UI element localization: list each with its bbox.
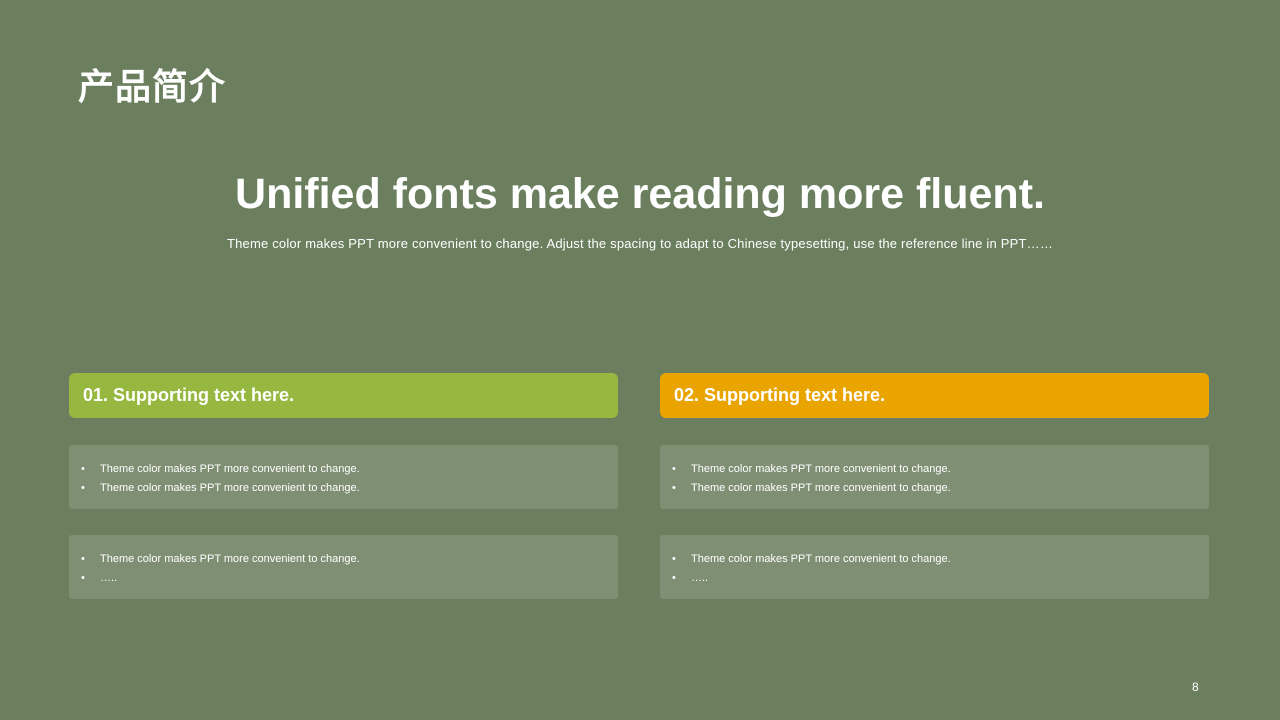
- list-item: • …..: [672, 569, 1209, 588]
- list-item-text: Theme color makes PPT more convenient to…: [691, 463, 951, 475]
- subline: Theme color makes PPT more convenient to…: [226, 236, 1054, 251]
- list-item: • Theme color makes PPT more convenient t…: [81, 460, 618, 479]
- column-1-box-1: • Theme color makes PPT more convenient t…: [69, 445, 618, 509]
- page-number: 8: [1192, 680, 1199, 694]
- list-item-text: …..: [691, 572, 709, 584]
- column-2: 02. Supporting text here. • Theme color m…: [660, 373, 1209, 599]
- bullet-icon: •: [672, 482, 676, 494]
- bullet-icon: •: [81, 553, 85, 565]
- bullet-icon: •: [672, 572, 676, 584]
- list-item-text: Theme color makes PPT more convenient to…: [100, 482, 360, 494]
- column-1-header: 01. Supporting text here.: [69, 373, 618, 418]
- bullet-icon: •: [81, 482, 85, 494]
- list-item: • Theme color makes PPT more convenient t…: [672, 550, 1209, 569]
- list-item-text: …..: [100, 572, 118, 584]
- list-item-text: Theme color makes PPT more convenient to…: [691, 553, 951, 565]
- column-2-box-1: • Theme color makes PPT more convenient t…: [660, 445, 1209, 509]
- list-item-text: Theme color makes PPT more convenient to…: [100, 463, 360, 475]
- list-item: • Theme color makes PPT more convenient t…: [672, 460, 1209, 479]
- column-2-header: 02. Supporting text here.: [660, 373, 1209, 418]
- bullet-icon: •: [81, 572, 85, 584]
- list-item-text: Theme color makes PPT more convenient to…: [100, 553, 360, 565]
- list-item: • …..: [81, 569, 618, 588]
- column-2-box-2: • Theme color makes PPT more convenient t…: [660, 535, 1209, 599]
- column-1: 01. Supporting text here. • Theme color m…: [69, 373, 618, 599]
- list-item: • Theme color makes PPT more convenient t…: [672, 479, 1209, 498]
- headline: Unified fonts make reading more fluent.: [235, 170, 1045, 218]
- bullet-icon: •: [81, 463, 85, 475]
- slide-title: 产品简介: [78, 67, 227, 108]
- bullet-icon: •: [672, 463, 676, 475]
- column-1-box-2: • Theme color makes PPT more convenient t…: [69, 535, 618, 599]
- bullet-icon: •: [672, 553, 676, 565]
- list-item: • Theme color makes PPT more convenient t…: [81, 550, 618, 569]
- list-item: • Theme color makes PPT more convenient t…: [81, 479, 618, 498]
- list-item-text: Theme color makes PPT more convenient to…: [691, 482, 951, 494]
